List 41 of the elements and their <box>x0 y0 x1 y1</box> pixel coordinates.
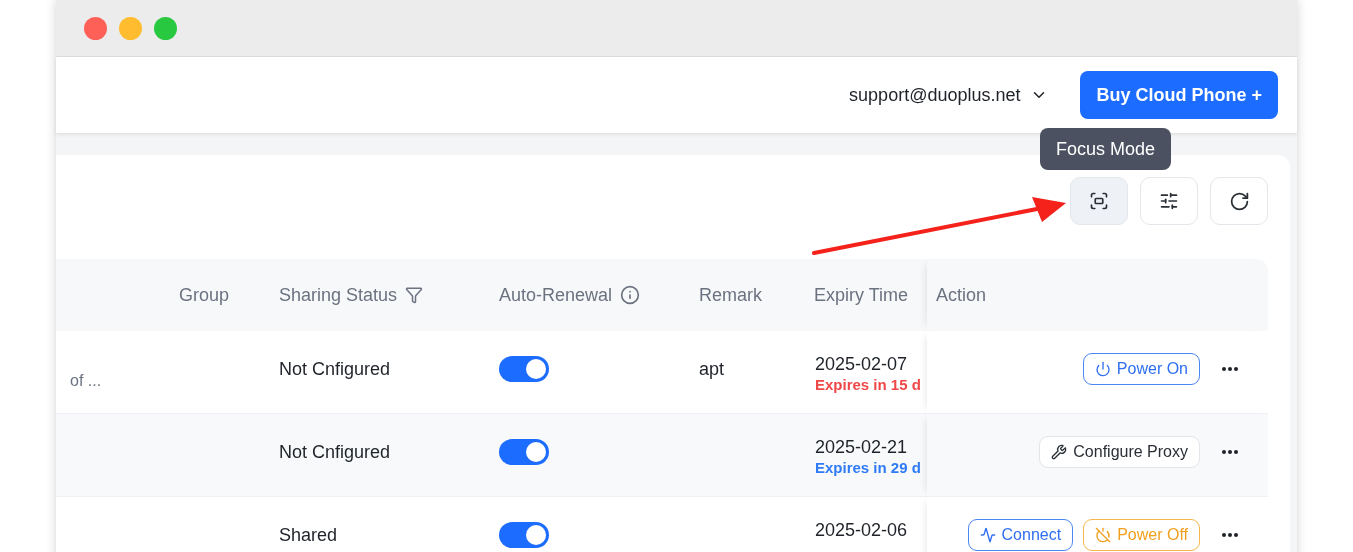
auto-renewal-toggle[interactable] <box>499 356 549 382</box>
more-icon <box>1222 450 1238 454</box>
sharing-status: Not Cnfigured <box>279 441 391 464</box>
info-icon <box>620 285 641 305</box>
wrench-icon <box>1051 444 1068 460</box>
column-label: Action <box>936 284 987 306</box>
expiry-note: Expires in 29 d <box>815 458 921 478</box>
power-icon <box>1094 361 1111 377</box>
expiry-date: 2025-02-07 <box>815 353 909 375</box>
column-label: Sharing Status <box>279 284 398 306</box>
close-icon[interactable] <box>84 16 107 40</box>
focus-icon <box>1089 191 1109 211</box>
column-label: Group <box>179 284 230 306</box>
action-button[interactable]: Power On <box>1082 353 1200 385</box>
buy-cloud-phone-button[interactable]: Buy Cloud Phone + <box>1080 71 1278 119</box>
tooltip: Focus Mode <box>1040 128 1172 170</box>
refresh-button[interactable] <box>1210 177 1268 225</box>
column-label: Remark <box>699 284 762 306</box>
sharing-status: Shared <box>279 524 338 547</box>
sliders-icon <box>1159 191 1179 211</box>
settings-button[interactable] <box>1140 177 1198 225</box>
expiry-date: 2025-02-06 <box>815 519 908 541</box>
refresh-icon <box>1228 190 1250 212</box>
column-label: Expiry Time <box>814 284 909 306</box>
auto-renewal-toggle[interactable] <box>499 439 549 465</box>
expiry-date: 2025-02-21 <box>815 436 909 458</box>
pulse-icon <box>979 527 996 543</box>
column-label: Auto-Renewal <box>499 284 613 306</box>
action-button[interactable]: Connect <box>967 519 1074 551</box>
expiry-note: Expires in 15 d <box>815 375 921 395</box>
filter-icon[interactable] <box>405 286 424 304</box>
more-icon <box>1222 533 1238 537</box>
remark-text: apt <box>699 358 725 381</box>
account-email[interactable]: support@duoplus.net <box>849 84 1021 106</box>
sharing-status: Not Cnfigured <box>279 358 391 381</box>
more-icon <box>1222 367 1238 371</box>
cell-text: of ... <box>69 371 102 391</box>
action-button[interactable]: Configure Proxy <box>1039 436 1200 468</box>
power-off-icon <box>1095 527 1112 543</box>
auto-renewal-toggle[interactable] <box>499 522 549 548</box>
focus-mode-button[interactable] <box>1070 177 1128 225</box>
